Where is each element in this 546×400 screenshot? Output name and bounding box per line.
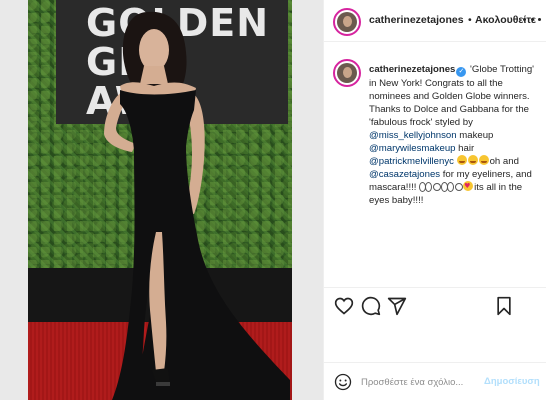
mention-link[interactable]: @miss_kellyjohnson [369,130,457,141]
more-icon[interactable] [523,11,541,27]
follow-separator: • [468,14,472,26]
caption-avatar[interactable] [333,59,361,87]
heart-eyes-emoji-icon [463,180,474,193]
eyes-emoji-icon [441,182,455,192]
mention-link[interactable]: @marywilesmakeup [369,143,456,154]
smiley-icon[interactable] [334,373,352,391]
photo-pane: GOLDEN GLO AW [0,0,323,400]
post-photo[interactable]: GOLDEN GLO AW [28,0,292,400]
caption-segment: hair [455,143,475,154]
eye-emoji-icon [432,182,442,191]
avatar-face [343,16,352,27]
share-icon[interactable] [387,296,407,316]
mention-link[interactable]: @casazetajones [369,169,440,180]
comment-bar: Δημοσίευση [324,362,546,400]
emoji-icon [478,155,489,165]
eye-emoji-icon [454,182,464,191]
emoji-icon [456,155,467,165]
bookmark-icon[interactable] [494,296,514,316]
caption-segment: oh and [489,156,519,167]
avatar-image [337,63,357,83]
woman-in-black-gown [104,11,290,400]
action-bar [324,287,546,323]
comment-input[interactable] [361,374,476,390]
avatar-image [337,12,357,32]
avatar[interactable] [333,8,361,36]
post-header: catherinezetajones • Ακολουθείτε [324,0,546,42]
avatar-face [343,67,352,78]
username-link[interactable]: catherinezetajones [369,14,464,26]
post-comment-button[interactable]: Δημοσίευση [484,376,540,387]
instagram-post: GOLDEN GLO AW [0,0,546,400]
comment-icon[interactable] [361,296,381,316]
likes-area [324,323,546,361]
emoji-icon [467,155,478,165]
verified-badge-icon: ✓ [456,67,467,77]
heart-icon[interactable] [334,296,354,316]
caption-username[interactable]: catherinezetajones [369,64,455,75]
caption-segment: makeup [456,130,494,141]
caption-text: catherinezetajones ✓ 'Globe Trotting' in … [369,63,541,207]
eyes-emoji-icon [419,182,433,192]
mention-link[interactable]: @patrickmelvillenyc [369,156,454,167]
post-sidebar: catherinezetajones • Ακολουθείτε catheri… [323,0,546,400]
